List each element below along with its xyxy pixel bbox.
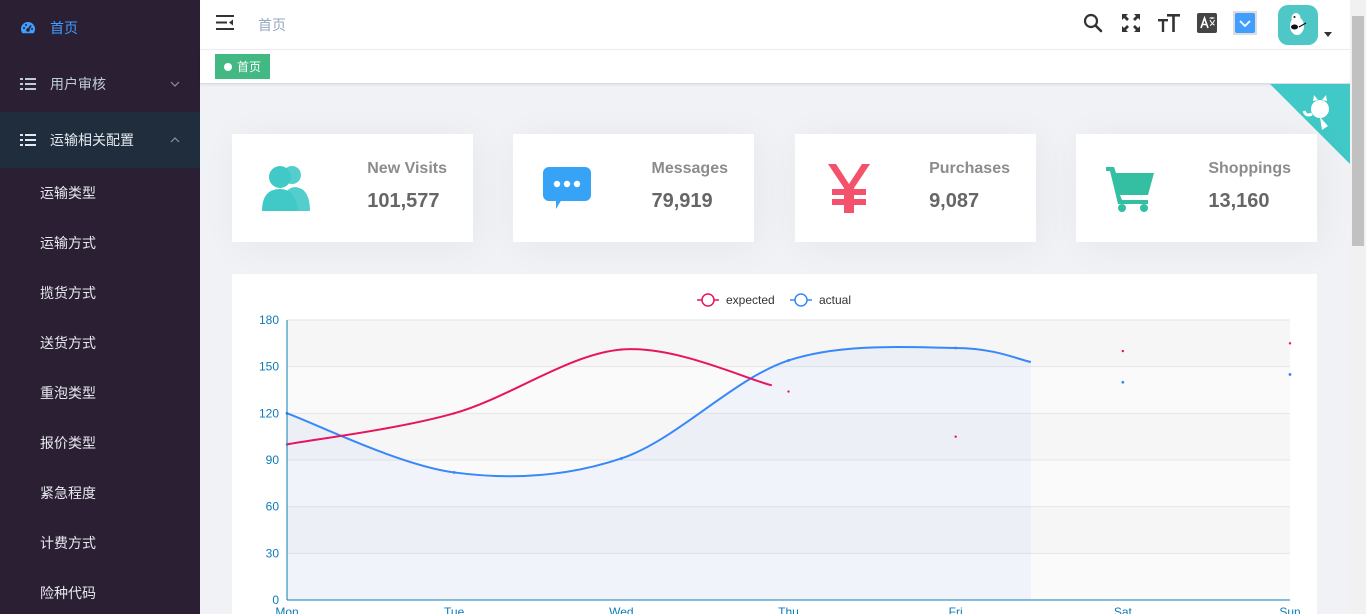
expected-point <box>620 348 623 351</box>
list-icon <box>20 132 36 148</box>
expected-point <box>787 390 790 393</box>
card-purchases[interactable]: Purchases 9,087 <box>795 134 1036 242</box>
card-shoppings[interactable]: Shoppings 13,160 <box>1076 134 1317 242</box>
sidebar-item-home[interactable]: 首页 <box>0 0 200 56</box>
actual-point <box>619 457 623 460</box>
expected-point <box>452 412 456 415</box>
x-tick-label: Fri <box>949 605 963 614</box>
x-tick-label: Wed <box>609 605 633 614</box>
x-tick-label: Thu <box>778 605 799 614</box>
submenu-item-volume-type[interactable]: 重泡类型 <box>0 368 200 418</box>
x-tick-label: Tue <box>444 605 465 614</box>
chevron-down-icon <box>170 78 180 90</box>
line-chart: 0306090120150180Mon Tue Wed Thu Fri Sat Sunexp… <box>259 293 1301 614</box>
search-button[interactable] <box>1074 0 1112 50</box>
theme-select-button[interactable] <box>1226 0 1264 50</box>
x-tick-label: Mon <box>275 605 298 614</box>
submenu-item-quote-type[interactable]: 报价类型 <box>0 418 200 468</box>
x-tick-label: Sun <box>1279 605 1300 614</box>
chevron-up-icon <box>170 134 180 146</box>
fullscreen-icon <box>1121 13 1141 38</box>
peoples-icon <box>258 160 314 216</box>
avatar[interactable] <box>1278 5 1318 45</box>
actual-point <box>787 359 790 362</box>
submenu-item-billing-mode[interactable]: 计费方式 <box>0 518 200 568</box>
y-tick-label: 180 <box>259 313 279 327</box>
card-value: 101,577 <box>367 190 440 212</box>
sidebar-item-label: 运输相关配置 <box>50 132 134 148</box>
breadcrumb: 首页 <box>258 16 286 33</box>
theme-select-icon <box>1233 10 1257 40</box>
card-value: 79,919 <box>651 190 713 212</box>
hamburger-icon <box>216 14 234 35</box>
message-icon <box>539 160 595 216</box>
y-tick-label: 150 <box>259 360 279 374</box>
shopping-cart-icon <box>1102 160 1158 216</box>
actual-point <box>1288 373 1292 376</box>
submenu-item-pickup-mode[interactable]: 揽货方式 <box>0 268 200 318</box>
sidebar-item-label: 首页 <box>50 20 78 36</box>
actual-point <box>1121 380 1125 384</box>
translate-button[interactable] <box>1188 0 1226 50</box>
submenu-item-urgency[interactable]: 紧急程度 <box>0 468 200 518</box>
submenu-item-transport-mode[interactable]: 运输方式 <box>0 218 200 268</box>
submenu-item-delivery-mode[interactable]: 送货方式 <box>0 318 200 368</box>
submenu-item-transport-type[interactable]: 运输类型 <box>0 168 200 218</box>
card-label: Messages <box>651 160 729 177</box>
tag-home[interactable]: 首页 <box>215 54 271 79</box>
font-size-icon <box>1158 13 1180 38</box>
sidebar-item-label: 用户审核 <box>50 76 106 92</box>
card-label: Shoppings <box>1208 160 1291 177</box>
hamburger-button[interactable] <box>200 0 250 50</box>
caret-down-icon[interactable] <box>1324 29 1332 40</box>
x-tick-label: Sat <box>1114 605 1133 614</box>
card-value: 9,087 <box>929 190 980 212</box>
legend-label: actual <box>819 293 851 307</box>
legend-marker <box>794 293 808 307</box>
money-icon <box>821 160 877 216</box>
tags-view: 首页 <box>200 50 1350 84</box>
dashboard-icon <box>20 20 36 36</box>
expected-point <box>1121 349 1125 353</box>
expected-point <box>954 435 957 438</box>
search-icon <box>1083 13 1103 38</box>
scrollbar-thumb[interactable] <box>1352 16 1364 246</box>
legend-marker <box>701 293 715 307</box>
expected-point <box>1288 342 1292 345</box>
line-chart-panel: 0 30 60 90 120 150 180 Mon Tue Wed Thu Fri Sat Sun exp… <box>232 274 1317 614</box>
y-tick-label: 30 <box>266 546 280 560</box>
translate-icon <box>1197 12 1217 38</box>
card-label: Purchases <box>929 160 1010 177</box>
sidebar: 首页 用户审核 运输相关配置 运输类型 运输方式 揽货方式 送货方式 重泡类型 … <box>0 0 200 614</box>
tag-label: 首页 <box>237 60 262 74</box>
tag-active-dot <box>224 62 232 71</box>
y-tick-label: 120 <box>259 406 279 420</box>
navbar: 首页 <box>200 0 1350 50</box>
sidebar-item-user-review[interactable]: 用户审核 <box>0 56 200 112</box>
legend-label: expected <box>726 293 775 307</box>
actual-point <box>452 471 456 474</box>
y-tick-label: 60 <box>266 500 280 514</box>
card-messages[interactable]: Messages 79,919 <box>513 134 754 242</box>
actual-point <box>954 346 958 350</box>
card-label: New Visits <box>367 160 447 177</box>
submenu-item-insurance-code[interactable]: 险种代码 <box>0 568 200 614</box>
font-size-button[interactable] <box>1150 0 1188 50</box>
y-tick-label: 90 <box>266 453 280 467</box>
card-new-visits[interactable]: New Visits 101,577 <box>232 134 473 242</box>
card-value: 13,160 <box>1208 190 1270 212</box>
fullscreen-button[interactable] <box>1112 0 1150 50</box>
navbar-right-menu <box>1074 0 1332 50</box>
sidebar-item-transport-config[interactable]: 运输相关配置 <box>0 112 200 168</box>
page-scrollbar[interactable] <box>1350 0 1366 614</box>
list-icon <box>20 76 36 92</box>
